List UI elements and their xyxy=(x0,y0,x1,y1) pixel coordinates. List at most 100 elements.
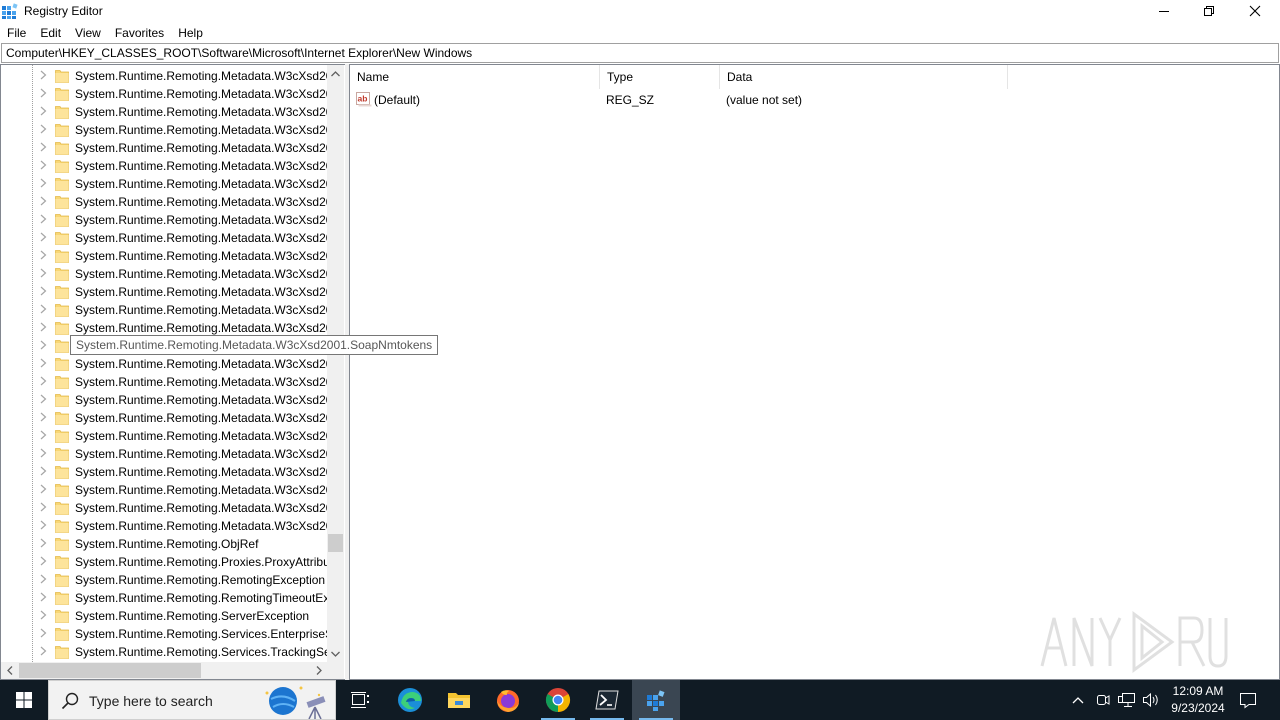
tree-item[interactable]: System.Runtime.Remoting.Metadata.W3cXsd2… xyxy=(1,481,327,499)
tree-item[interactable]: System.Runtime.Remoting.Metadata.W3cXsd2… xyxy=(1,211,327,229)
tree-item[interactable]: System.Runtime.Remoting.Metadata.W3cXsd2… xyxy=(1,301,327,319)
expand-chevron-icon[interactable] xyxy=(40,394,50,406)
tree-item[interactable]: System.Runtime.Remoting.Metadata.W3cXsd2… xyxy=(1,373,327,391)
tree-item[interactable]: System.Runtime.Remoting.Metadata.W3cXsd2… xyxy=(1,229,327,247)
expand-chevron-icon[interactable] xyxy=(40,88,50,100)
tree-item[interactable]: System.Runtime.Remoting.RemotingExceptio… xyxy=(1,571,327,589)
tree-item[interactable]: System.Runtime.Remoting.Metadata.W3cXsd2… xyxy=(1,355,327,373)
column-header-data[interactable]: Data xyxy=(720,65,1008,89)
scroll-right-button[interactable] xyxy=(310,662,327,679)
tree-horizontal-scrollbar[interactable] xyxy=(1,662,327,679)
expand-chevron-icon[interactable] xyxy=(40,646,50,658)
menu-file[interactable]: File xyxy=(0,23,33,43)
expand-chevron-icon[interactable] xyxy=(40,124,50,136)
expand-chevron-icon[interactable] xyxy=(40,376,50,388)
tree-item[interactable]: System.Runtime.Remoting.Proxies.ProxyAtt… xyxy=(1,553,327,571)
tree-item[interactable]: System.Runtime.Remoting.Services.Trackin… xyxy=(1,643,327,661)
scroll-left-button[interactable] xyxy=(1,662,18,679)
taskbar-registry-editor[interactable] xyxy=(632,680,680,720)
expand-chevron-icon[interactable] xyxy=(40,610,50,622)
tray-camera-button[interactable] xyxy=(1094,691,1112,709)
tree-item[interactable]: System.Runtime.Remoting.Metadata.W3cXsd2… xyxy=(1,175,327,193)
tree-item[interactable]: System.Runtime.Remoting.Metadata.W3cXsd2… xyxy=(1,499,327,517)
start-button[interactable] xyxy=(0,680,48,720)
taskbar-search-box[interactable]: Type here to search xyxy=(48,680,336,720)
expand-chevron-icon[interactable] xyxy=(40,520,50,532)
expand-chevron-icon[interactable] xyxy=(40,178,50,190)
column-header-type[interactable]: Type xyxy=(600,65,720,89)
expand-chevron-icon[interactable] xyxy=(40,592,50,604)
tree-item[interactable]: System.Runtime.Remoting.Metadata.W3cXsd2… xyxy=(1,85,327,103)
scroll-down-button[interactable] xyxy=(327,645,344,662)
tree-item[interactable]: System.Runtime.Remoting.Metadata.W3cXsd2… xyxy=(1,409,327,427)
tree-item[interactable]: System.Runtime.Remoting.Metadata.W3cXsd2… xyxy=(1,265,327,283)
action-center-button[interactable] xyxy=(1236,680,1260,720)
expand-chevron-icon[interactable] xyxy=(40,70,50,82)
expand-chevron-icon[interactable] xyxy=(40,322,50,334)
values-list-pane[interactable]: Name Type Data ab (Default) REG_SZ (valu… xyxy=(349,64,1280,680)
key-tree-pane[interactable]: System.Runtime.Remoting.Metadata.W3cXsd2… xyxy=(0,64,345,680)
expand-chevron-icon[interactable] xyxy=(40,412,50,424)
expand-chevron-icon[interactable] xyxy=(40,430,50,442)
tree-item[interactable]: System.Runtime.Remoting.ObjRef xyxy=(1,535,327,553)
tray-volume-button[interactable] xyxy=(1142,691,1160,709)
restore-button[interactable] xyxy=(1186,0,1232,22)
expand-chevron-icon[interactable] xyxy=(40,340,50,352)
taskbar-chrome[interactable] xyxy=(534,680,582,720)
expand-chevron-icon[interactable] xyxy=(40,538,50,550)
menu-edit[interactable]: Edit xyxy=(33,23,68,43)
expand-chevron-icon[interactable] xyxy=(40,502,50,514)
tree-item[interactable]: System.Runtime.Remoting.RemotingTimeoutE… xyxy=(1,589,327,607)
expand-chevron-icon[interactable] xyxy=(40,304,50,316)
menu-help[interactable]: Help xyxy=(171,23,210,43)
tray-network-button[interactable] xyxy=(1118,691,1136,709)
menu-view[interactable]: View xyxy=(68,23,108,43)
expand-chevron-icon[interactable] xyxy=(40,106,50,118)
menu-favorites[interactable]: Favorites xyxy=(108,23,171,43)
taskbar-clock[interactable]: 12:09 AM 9/23/2024 xyxy=(1160,683,1236,717)
expand-chevron-icon[interactable] xyxy=(40,466,50,478)
tree-item[interactable]: System.Runtime.Remoting.Metadata.W3cXsd2… xyxy=(1,247,327,265)
taskbar-powershell[interactable] xyxy=(583,680,631,720)
tree-item[interactable]: System.Runtime.Remoting.Metadata.W3cXsd2… xyxy=(1,283,327,301)
tree-item[interactable]: System.Runtime.Remoting.Metadata.W3cXsd2… xyxy=(1,445,327,463)
expand-chevron-icon[interactable] xyxy=(40,556,50,568)
column-header-name[interactable]: Name xyxy=(350,65,600,89)
vertical-scroll-thumb[interactable] xyxy=(328,534,343,552)
tree-item[interactable]: System.Runtime.Remoting.Metadata.W3cXsd2… xyxy=(1,157,327,175)
taskbar-file-explorer[interactable] xyxy=(435,680,483,720)
expand-chevron-icon[interactable] xyxy=(40,160,50,172)
expand-chevron-icon[interactable] xyxy=(40,214,50,226)
expand-chevron-icon[interactable] xyxy=(40,286,50,298)
expand-chevron-icon[interactable] xyxy=(40,628,50,640)
tree-vertical-scrollbar[interactable] xyxy=(327,65,344,662)
expand-chevron-icon[interactable] xyxy=(40,448,50,460)
tree-item[interactable]: System.Runtime.Remoting.Metadata.W3cXsd2… xyxy=(1,103,327,121)
expand-chevron-icon[interactable] xyxy=(40,358,50,370)
title-bar[interactable]: Registry Editor xyxy=(0,0,1280,22)
tree-item[interactable]: System.Runtime.Remoting.Metadata.W3cXsd2… xyxy=(1,391,327,409)
expand-chevron-icon[interactable] xyxy=(40,268,50,280)
expand-chevron-icon[interactable] xyxy=(40,574,50,586)
scroll-up-button[interactable] xyxy=(327,65,344,82)
expand-chevron-icon[interactable] xyxy=(40,196,50,208)
tree-item[interactable]: System.Runtime.Remoting.Metadata.W3cXsd2… xyxy=(1,121,327,139)
close-button[interactable] xyxy=(1232,0,1278,22)
expand-chevron-icon[interactable] xyxy=(40,142,50,154)
show-hidden-icons-button[interactable] xyxy=(1069,691,1087,709)
value-row[interactable]: ab (Default) REG_SZ (value not set) xyxy=(350,91,1279,109)
expand-chevron-icon[interactable] xyxy=(40,232,50,244)
address-bar[interactable]: Computer\HKEY_CLASSES_ROOT\Software\Micr… xyxy=(1,43,1279,63)
minimize-button[interactable] xyxy=(1141,0,1187,22)
tree-item[interactable]: System.Runtime.Remoting.Metadata.W3cXsd2… xyxy=(1,139,327,157)
tree-item[interactable]: System.Runtime.Remoting.Metadata.W3cXsd2… xyxy=(1,463,327,481)
expand-chevron-icon[interactable] xyxy=(40,484,50,496)
tree-item[interactable]: System.Runtime.Remoting.ServerException xyxy=(1,607,327,625)
tree-item[interactable]: System.Runtime.Remoting.Metadata.W3cXsd2… xyxy=(1,67,327,85)
tree-item[interactable]: System.Runtime.Remoting.Metadata.W3cXsd2… xyxy=(1,193,327,211)
taskbar-edge[interactable] xyxy=(386,680,434,720)
horizontal-scroll-thumb[interactable] xyxy=(19,663,201,678)
tree-item[interactable]: System.Runtime.Remoting.Metadata.W3cXsd2… xyxy=(1,427,327,445)
task-view-button[interactable] xyxy=(336,680,384,720)
expand-chevron-icon[interactable] xyxy=(40,250,50,262)
